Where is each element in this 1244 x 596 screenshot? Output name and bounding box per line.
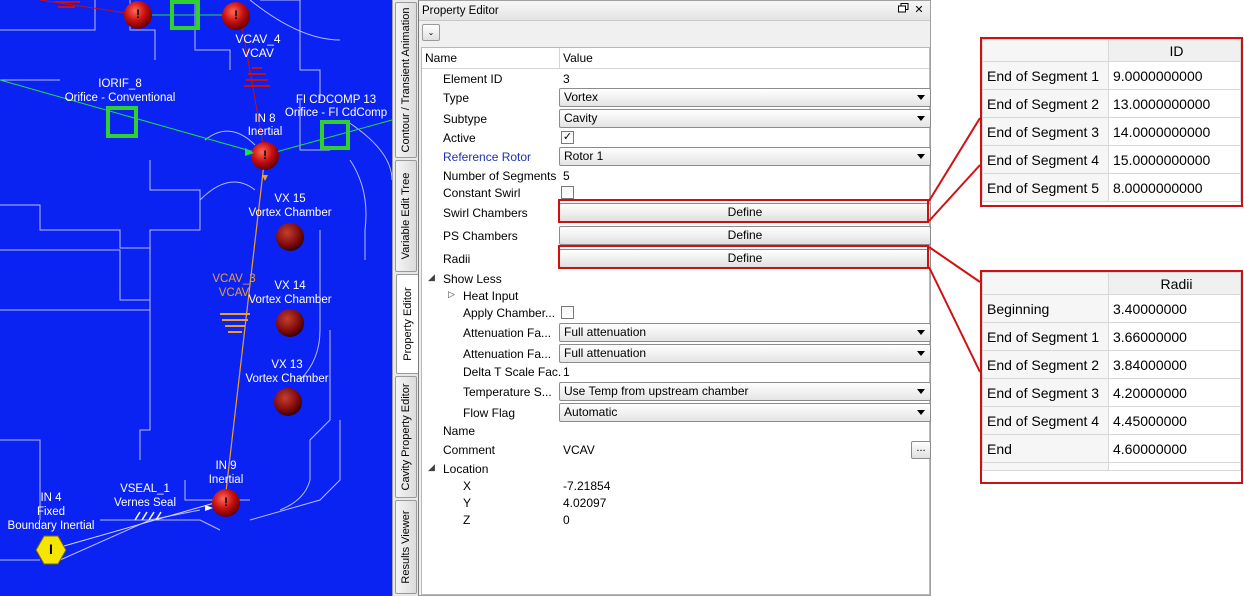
radius-cell[interactable]: 4.45000000 <box>1108 406 1241 435</box>
id-column-header: ID <box>1108 39 1241 62</box>
table-row: End of Segment 5 8.0000000000 <box>982 173 1241 202</box>
row-label: End of Segment 3 <box>982 117 1109 146</box>
id-cell[interactable]: 8.0000000000 <box>1108 173 1241 202</box>
table-blank-cell <box>1108 462 1241 471</box>
id-cell[interactable]: 15.0000000000 <box>1108 145 1241 174</box>
radius-cell[interactable]: 4.20000000 <box>1108 378 1241 407</box>
table-row: End of Segment 3 4.20000000 <box>982 378 1241 407</box>
table-blank-cell <box>982 462 1109 471</box>
id-cell[interactable]: 13.0000000000 <box>1108 89 1241 118</box>
radii-table: Radii Beginning 3.40000000 End of Segment… <box>982 272 1241 471</box>
radius-cell[interactable]: 3.84000000 <box>1108 350 1241 379</box>
row-label: End of Segment 1 <box>982 61 1109 90</box>
table-row <box>982 462 1241 471</box>
id-cell[interactable]: 9.0000000000 <box>1108 61 1241 90</box>
table-corner <box>982 39 1109 62</box>
id-cell[interactable]: 14.0000000000 <box>1108 117 1241 146</box>
row-label: End of Segment 1 <box>982 322 1109 351</box>
row-label: End of Segment 5 <box>982 173 1109 202</box>
swirl-chambers-callout: ID End of Segment 1 9.0000000000 End of S… <box>980 37 1243 207</box>
radius-cell[interactable]: 4.60000000 <box>1108 434 1241 463</box>
table-row: End of Segment 4 4.45000000 <box>982 406 1241 435</box>
table-row: End of Segment 1 3.66000000 <box>982 322 1241 351</box>
table-row: End of Segment 4 15.0000000000 <box>982 145 1241 174</box>
table-corner <box>982 272 1109 295</box>
row-label: End of Segment 4 <box>982 145 1109 174</box>
table-row: End 4.60000000 <box>982 434 1241 463</box>
id-table: ID End of Segment 1 9.0000000000 End of S… <box>982 39 1241 202</box>
table-row: Beginning 3.40000000 <box>982 294 1241 323</box>
row-label: End <box>982 434 1109 463</box>
table-row: End of Segment 3 14.0000000000 <box>982 117 1241 146</box>
radii-column-header: Radii <box>1108 272 1241 295</box>
table-row: End of Segment 2 13.0000000000 <box>982 89 1241 118</box>
radius-cell[interactable]: 3.66000000 <box>1108 322 1241 351</box>
row-label: Beginning <box>982 294 1109 323</box>
table-row: End of Segment 2 3.84000000 <box>982 350 1241 379</box>
radii-callout: Radii Beginning 3.40000000 End of Segment… <box>980 270 1243 484</box>
row-label: End of Segment 2 <box>982 89 1109 118</box>
row-label: End of Segment 3 <box>982 378 1109 407</box>
row-label: End of Segment 4 <box>982 406 1109 435</box>
row-label: End of Segment 2 <box>982 350 1109 379</box>
radius-cell[interactable]: 3.40000000 <box>1108 294 1241 323</box>
table-row: End of Segment 1 9.0000000000 <box>982 61 1241 90</box>
